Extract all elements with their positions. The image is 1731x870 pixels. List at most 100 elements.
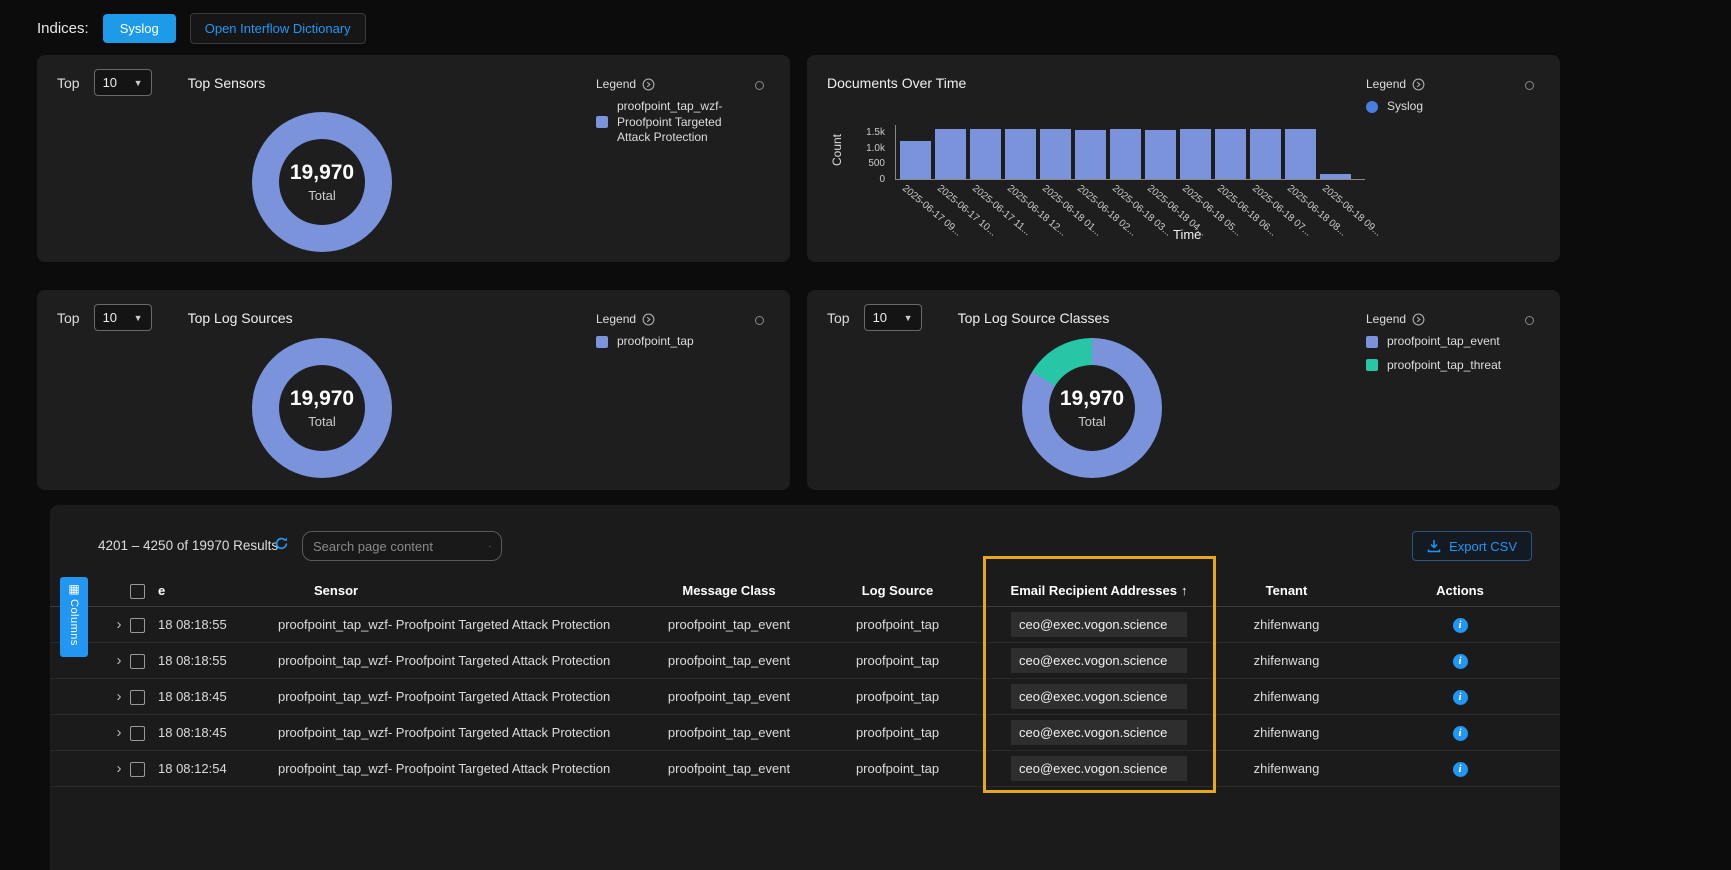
sort-asc-icon: ↑: [1181, 583, 1188, 598]
row-sensor: proofpoint_tap_wzf- Proofpoint Targeted …: [278, 689, 648, 704]
bar[interactable]: [1180, 129, 1211, 179]
legend-item[interactable]: proofpoint_tap_threat: [1366, 358, 1516, 374]
row-expand-icon[interactable]: ›: [108, 724, 130, 741]
row-email-recipient[interactable]: ceo@exec.vogon.science: [1011, 648, 1187, 673]
legend-item[interactable]: proofpoint_tap: [596, 334, 746, 350]
row-message-class: proofpoint_tap_event: [648, 617, 810, 632]
row-email-recipient[interactable]: ceo@exec.vogon.science: [1011, 684, 1187, 709]
legend-label: Legend: [1366, 312, 1406, 326]
top-n-select[interactable]: 10 ▼: [94, 69, 152, 96]
col-header-time[interactable]: e: [158, 583, 278, 598]
donut-total-value: 19,970: [290, 387, 354, 411]
donut-center: 19,970 Total: [279, 139, 365, 225]
legend-expand-icon: [642, 313, 655, 326]
bar[interactable]: [935, 129, 966, 179]
export-csv-button[interactable]: Export CSV: [1412, 531, 1532, 561]
row-email-recipient[interactable]: ceo@exec.vogon.science: [1011, 720, 1187, 745]
row-time: 18 08:18:55: [158, 617, 278, 632]
info-icon[interactable]: i: [1453, 690, 1468, 705]
search-input[interactable]: [313, 539, 489, 554]
col-header-tenant[interactable]: Tenant: [1213, 583, 1360, 598]
x-tick-label: 2025-06-18 01...: [1040, 183, 1103, 239]
row-sensor: proofpoint_tap_wzf- Proofpoint Targeted …: [278, 617, 648, 632]
info-icon[interactable]: i: [1453, 762, 1468, 777]
bars: [895, 125, 1365, 180]
row-message-class: proofpoint_tap_event: [648, 689, 810, 704]
caret-down-icon: ▼: [134, 313, 143, 323]
table-row: › 18 08:18:55proofpoint_tap_wzf- Proofpoi…: [50, 607, 1560, 643]
bar[interactable]: [1320, 174, 1351, 179]
donut-total-label: Total: [308, 188, 335, 203]
legend-item-label: proofpoint_tap_wzf- Proofpoint Targeted …: [617, 99, 746, 146]
dashboard-panels: Top 10 ▼ Top Sensors Legend proofpoint_t…: [37, 55, 1731, 490]
col-header-message-class[interactable]: Message Class: [648, 583, 810, 598]
bar[interactable]: [1285, 129, 1316, 179]
bar[interactable]: [1145, 130, 1176, 179]
bar[interactable]: [1110, 129, 1141, 179]
bar[interactable]: [970, 129, 1001, 179]
col-header-sensor[interactable]: Sensor: [278, 583, 648, 598]
row-expand-icon[interactable]: ›: [108, 652, 130, 669]
info-icon[interactable]: i: [1453, 618, 1468, 633]
bar[interactable]: [1040, 129, 1071, 179]
donut-total-label: Total: [1078, 414, 1105, 429]
row-checkbox[interactable]: [130, 654, 145, 669]
row-message-class: proofpoint_tap_event: [648, 653, 810, 668]
caret-down-icon: ▼: [904, 313, 913, 323]
bar[interactable]: [1215, 129, 1246, 179]
legend-label: Legend: [596, 312, 636, 326]
legend-expand-icon: [1412, 313, 1425, 326]
col-header-actions[interactable]: Actions: [1360, 583, 1560, 598]
legend-toggle[interactable]: Legend: [596, 312, 746, 326]
panel-circle-icon[interactable]: [1525, 316, 1534, 325]
col-header-email-recipient-addresses[interactable]: Email Recipient Addresses↑: [985, 583, 1213, 598]
row-checkbox[interactable]: [130, 726, 145, 741]
results-toolbar: 4201 – 4250 of 19970 Results Export CSV: [50, 505, 1560, 575]
documents-over-time-panel: Documents Over Time Legend Syslog Count …: [807, 55, 1560, 262]
y-tick-label: 1.0k: [866, 143, 885, 154]
row-checkbox[interactable]: [130, 690, 145, 705]
legend-toggle[interactable]: Legend: [596, 77, 746, 91]
row-expand-icon[interactable]: ›: [108, 760, 130, 777]
columns-button[interactable]: ▦ Columns: [60, 577, 88, 657]
refresh-button[interactable]: [274, 536, 289, 556]
row-tenant: zhifenwang: [1213, 653, 1360, 668]
row-message-class: proofpoint_tap_event: [648, 725, 810, 740]
panel-circle-icon[interactable]: [755, 316, 764, 325]
legend-item-label: proofpoint_tap_threat: [1387, 358, 1516, 374]
select-all-checkbox[interactable]: [130, 584, 145, 599]
bar[interactable]: [1250, 129, 1281, 179]
bar[interactable]: [900, 141, 931, 179]
top-n-label: Top: [57, 75, 80, 91]
panel-title: Top Log Source Classes: [958, 310, 1110, 326]
legend-item[interactable]: proofpoint_tap_wzf- Proofpoint Targeted …: [596, 99, 746, 146]
bar[interactable]: [1005, 129, 1036, 179]
top-n-select[interactable]: 10 ▼: [864, 304, 922, 331]
col-header-log-source[interactable]: Log Source: [810, 583, 985, 598]
table-header: e Sensor Message Class Log Source Email …: [50, 575, 1560, 607]
indices-label: Indices:: [37, 20, 89, 37]
open-interflow-dictionary-button[interactable]: Open Interflow Dictionary: [190, 13, 366, 44]
row-checkbox[interactable]: [130, 618, 145, 633]
row-email-recipient[interactable]: ceo@exec.vogon.science: [1011, 612, 1187, 637]
row-email-recipient[interactable]: ceo@exec.vogon.science: [1011, 756, 1187, 781]
row-log-source: proofpoint_tap: [810, 653, 985, 668]
row-expand-icon[interactable]: ›: [108, 688, 130, 705]
top-n-select[interactable]: 10 ▼: [94, 304, 152, 331]
row-expand-icon[interactable]: ›: [108, 616, 130, 633]
info-icon[interactable]: i: [1453, 654, 1468, 669]
table-row: ›18 08:12:54proofpoint_tap_wzf- Proofpoi…: [50, 751, 1560, 787]
export-csv-label: Export CSV: [1449, 539, 1517, 554]
row-log-source: proofpoint_tap: [810, 617, 985, 632]
bar[interactable]: [1075, 130, 1106, 179]
search-box[interactable]: [302, 531, 502, 561]
syslog-index-button[interactable]: Syslog: [103, 14, 176, 43]
info-icon[interactable]: i: [1453, 726, 1468, 741]
legend-item[interactable]: proofpoint_tap_event: [1366, 334, 1516, 350]
legend-toggle[interactable]: Legend: [1366, 312, 1516, 326]
x-tick-label: 2025-06-18 09...: [1320, 183, 1383, 239]
row-checkbox[interactable]: [130, 762, 145, 777]
panel-circle-icon[interactable]: [755, 81, 764, 90]
documents-over-time-chart: Count 1.5k1.0k5000 2025-06-17 09...2025-…: [807, 55, 1560, 262]
y-axis-label: Count: [830, 134, 844, 166]
